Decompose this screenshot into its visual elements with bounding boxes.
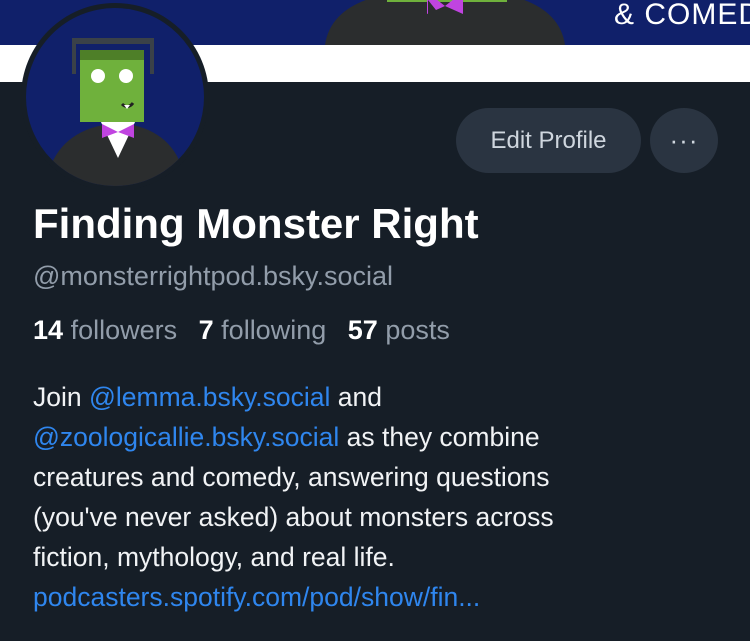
monster-avatar-illustration	[26, 8, 204, 186]
following-label: following	[221, 315, 327, 345]
posts-stat: 57 posts	[348, 315, 450, 345]
bio-text: fiction, mythology, and real life.	[33, 542, 395, 572]
monster-banner-illustration	[325, 0, 565, 45]
followers-link[interactable]: 14 followers	[33, 315, 177, 345]
bio-text: (you've never asked) about monsters acro…	[33, 502, 554, 532]
bio-text: as they combine	[339, 422, 540, 452]
more-horizontal-icon: ···	[669, 125, 699, 155]
profile-stats: 14 followers 7 following 57 posts	[33, 315, 450, 346]
avatar[interactable]	[26, 8, 204, 186]
banner-text: & COMED	[614, 0, 750, 31]
bio-text: and	[330, 382, 382, 412]
mention-link-zoologicallie[interactable]: @zoologicallie.bsky.social	[33, 422, 339, 452]
edit-profile-button[interactable]: Edit Profile	[456, 108, 641, 173]
more-options-button[interactable]: ···	[650, 108, 718, 173]
avatar-ring	[21, 3, 209, 191]
bio-text: Join	[33, 382, 89, 412]
posts-count: 57	[347, 315, 378, 345]
profile-handle: @monsterrightpod.bsky.social	[33, 261, 394, 291]
followers-count: 14	[33, 315, 64, 345]
mention-link-lemma[interactable]: @lemma.bsky.social	[89, 382, 330, 412]
posts-label: posts	[385, 315, 450, 345]
display-name: Finding Monster Right	[33, 200, 479, 247]
following-link[interactable]: 7 following	[199, 315, 327, 345]
following-count: 7	[198, 315, 214, 345]
followers-label: followers	[70, 315, 178, 345]
bio-text: creatures and comedy, answering question…	[33, 462, 550, 492]
profile-bio: Join @lemma.bsky.social and @zoologicall…	[33, 377, 733, 617]
podcast-url-link[interactable]: podcasters.spotify.com/pod/show/fin...	[33, 577, 733, 617]
